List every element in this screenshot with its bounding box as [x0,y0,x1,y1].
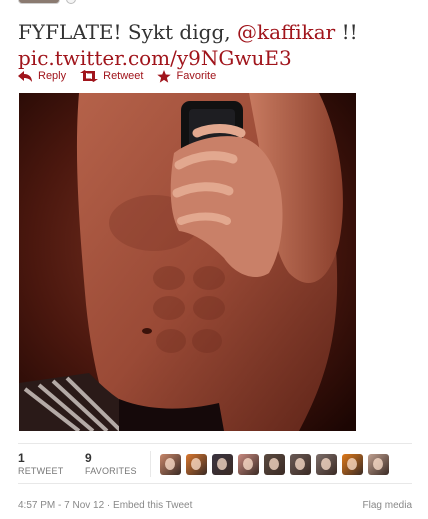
favoriter-avatar[interactable] [342,454,363,475]
tweet-text: FYFLATE! Sykt digg, @kaffikar !! pic.twi… [18,19,418,71]
flag-media-link[interactable]: Flag media [363,500,412,511]
tweet-photo[interactable] [19,93,356,431]
tweet-footer: 4:57 PM - 7 Nov 12 · Embed this Tweet [18,500,192,511]
reply-button[interactable]: Reply [18,70,66,82]
retweet-count: 1 [18,451,25,465]
retweet-icon [80,70,99,82]
favoriter-avatar[interactable] [368,454,389,475]
favorite-stat-label: FAVORITES [85,466,137,476]
favoriter-avatar[interactable] [264,454,285,475]
footer-separator: · [104,500,114,511]
favoriter-avatar[interactable] [238,454,259,475]
favoriter-avatar[interactable] [186,454,207,475]
reply-label: Reply [38,70,67,82]
stats-separator [150,451,151,477]
retweet-button[interactable]: Retweet [80,70,143,82]
tweet-actions: Reply Retweet Favorite [18,68,230,84]
photo-image [19,93,356,431]
retweet-stat[interactable]: 1 RETWEET [18,451,63,476]
retweet-label: Retweet [103,70,144,82]
tweet-timestamp[interactable]: 4:57 PM - 7 Nov 12 [18,500,104,511]
tweet-text-suffix: !! [335,20,358,44]
favoriter-avatar[interactable] [316,454,337,475]
favoriter-avatar[interactable] [290,454,311,475]
retweet-stat-label: RETWEET [18,466,64,476]
star-icon [157,69,172,83]
embed-link[interactable]: Embed this Tweet [113,500,192,511]
favoriters-list [160,454,394,475]
favoriter-avatar[interactable] [212,454,233,475]
favorite-button[interactable]: Favorite [157,69,217,83]
author-verified-icon [66,0,76,4]
stats-divider-bottom [18,483,412,484]
favorite-count: 9 [85,451,92,465]
mention-link[interactable]: @kaffikar [237,20,335,44]
tweet-text-prefix: FYFLATE! Sykt digg, [18,20,237,44]
favorite-label: Favorite [176,70,217,82]
stats-divider-top [18,443,412,444]
favorite-stat[interactable]: 9 FAVORITES [85,451,137,476]
reply-icon [18,70,33,82]
author-avatar[interactable] [18,0,60,4]
favoriter-avatar[interactable] [160,454,181,475]
pic-link[interactable]: pic.twitter.com/y9NGwuE3 [18,46,292,70]
